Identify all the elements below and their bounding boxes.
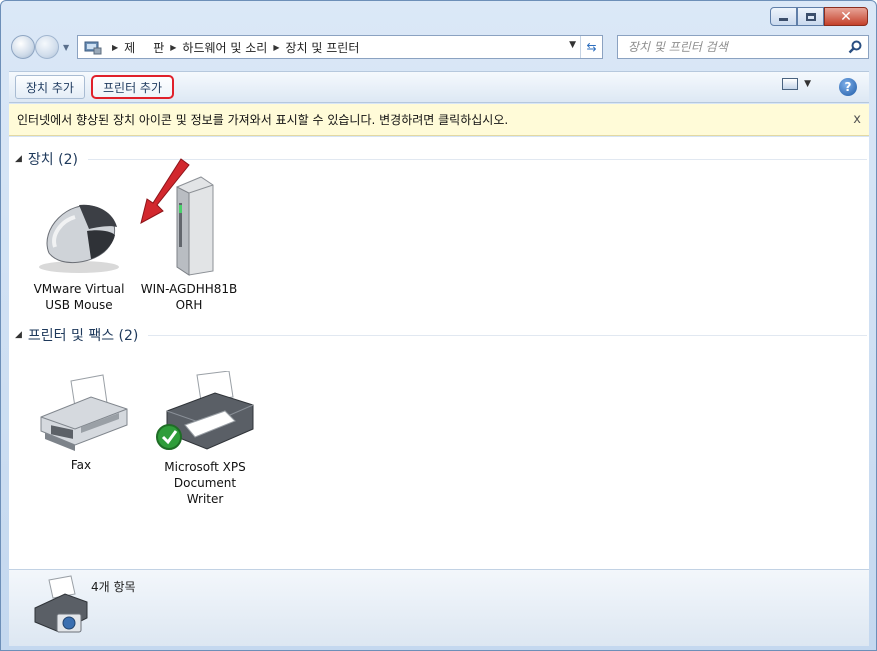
refresh-icon[interactable]: ⇆ [580,36,602,58]
group-title-printers: 프린터 및 팩스 (2) [27,328,139,344]
devices-printers-icon [34,575,88,633]
annotation-arrow-icon [140,158,190,224]
close-button[interactable]: ✕ [824,7,868,26]
search-box[interactable] [617,35,869,59]
group-header-printers[interactable]: ◢ 프린터 및 팩스 (2) [15,325,867,345]
recent-pages-dropdown-icon[interactable]: ▼ [63,43,69,52]
device-label-line1: WIN-AGDHH81B [140,282,238,296]
info-bar-message: 인터넷에서 향상된 장치 아이콘 및 정보를 가져와서 표시할 수 있습니다. … [17,113,509,127]
items-view: ◢ 장치 (2) VMware Virtual USB Mouse WIN-AG… [9,137,869,569]
forward-button[interactable] [35,35,59,59]
maximize-button[interactable] [797,7,824,26]
printer-icon [156,371,254,450]
back-button[interactable] [11,35,35,59]
minimize-button[interactable] [770,7,797,26]
add-printer-button[interactable]: 프린터 추가 [90,75,174,99]
default-checkmark-icon [156,424,182,450]
printer-label-line1: Fax [70,458,92,472]
breadcrumb-control-panel[interactable]: 제 판 [124,39,164,56]
command-bar: 장치 추가 프린터 추가 ▼ ? [9,71,869,103]
collapse-arrow-icon: ◢ [15,154,22,164]
minimize-icon [779,18,788,21]
group-divider [148,334,867,336]
collapse-arrow-icon: ◢ [15,330,22,340]
details-pane: 4개 항목 [9,569,869,646]
item-count: 4개 항목 [91,580,136,594]
devices-and-printers-window: ✕ ▼ ▶ 제 판 ▶ 하드웨어 및 소리 ▶ 장치 및 프린터 ▼ ⇆ 장치 … [0,0,877,651]
address-row: ▼ ▶ 제 판 ▶ 하드웨어 및 소리 ▶ 장치 및 프린터 ▼ ⇆ [9,33,869,61]
address-dropdown-icon[interactable]: ▼ [569,40,576,50]
device-item[interactable]: VMware Virtual USB Mouse [29,189,129,313]
printer-item[interactable]: Fax [31,373,131,473]
change-view-button[interactable]: ▼ [782,78,811,90]
close-icon: ✕ [840,8,852,25]
breadcrumb-control-panel-tail: 판 [153,40,165,55]
breadcrumb-hardware-sound[interactable]: 하드웨어 및 소리 [182,39,267,56]
help-icon[interactable]: ? [839,78,857,96]
info-bar[interactable]: 인터넷에서 향상된 장치 아이콘 및 정보를 가져와서 표시할 수 있습니다. … [9,104,869,136]
control-panel-icon [84,41,102,55]
address-bar[interactable]: ▶ 제 판 ▶ 하드웨어 및 소리 ▶ 장치 및 프린터 ▼ ⇆ [77,35,603,59]
printer-label-line1: Microsoft XPS [164,460,246,474]
breadcrumb-separator-icon: ▶ [112,42,119,52]
group-title-devices: 장치 (2) [27,152,78,168]
device-label-line2: USB Mouse [45,298,113,312]
add-device-button[interactable]: 장치 추가 [15,75,85,99]
view-icon [782,78,799,90]
printer-item[interactable]: Microsoft XPS Document Writer [155,371,255,507]
device-label-line2: ORH [175,298,203,312]
breadcrumb-separator-icon: ▶ [170,42,177,52]
device-label-line1: VMware Virtual [33,282,125,296]
search-input[interactable] [626,39,841,55]
fax-icon [40,374,128,451]
maximize-icon [805,12,816,21]
view-dropdown-icon: ▼ [804,79,811,89]
caption-buttons: ✕ [770,7,868,26]
info-bar-close-icon[interactable]: x [853,112,861,127]
breadcrumb-control-panel-label: 제 [124,40,136,55]
printer-label-line2: Document Writer [173,476,237,506]
search-icon[interactable] [848,40,862,57]
breadcrumb-devices-printers[interactable]: 장치 및 프린터 [285,39,359,56]
mouse-icon [39,204,119,273]
breadcrumb-separator-icon: ▶ [273,42,280,52]
group-divider [87,158,867,160]
